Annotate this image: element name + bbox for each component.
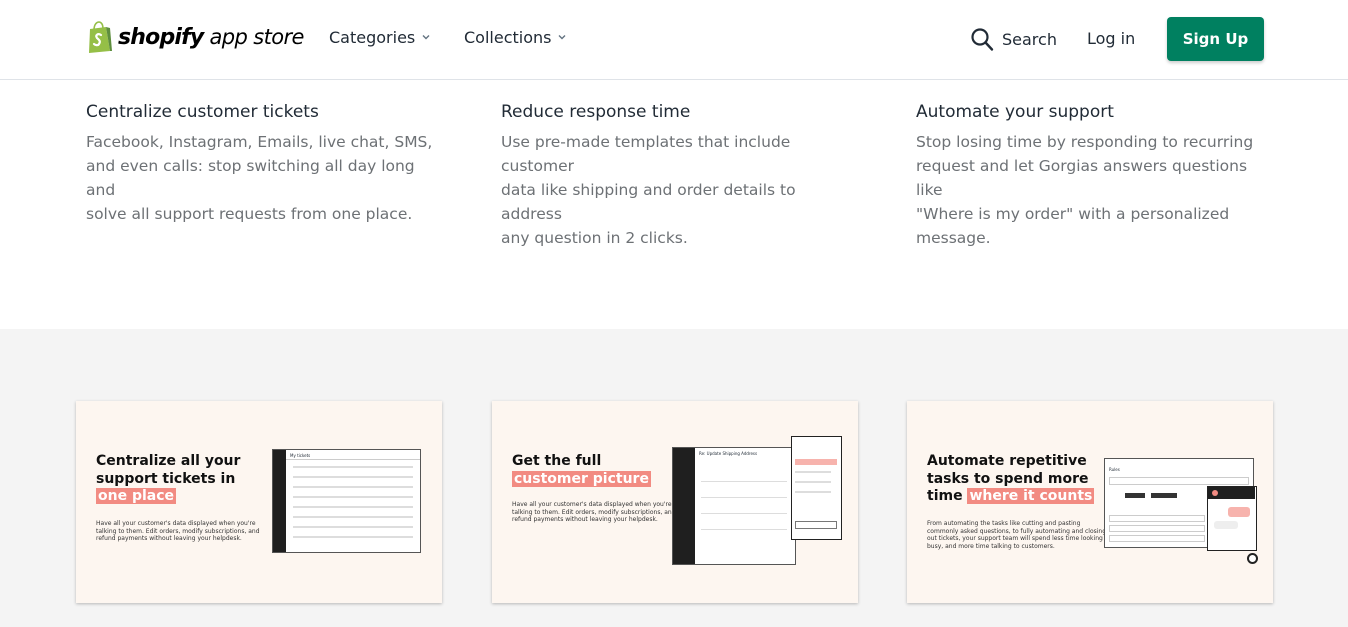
chevron-down-icon [422, 34, 430, 39]
gallery-image-2[interactable]: Get the full customer picture Have all y… [492, 401, 858, 603]
feature-centralize: Centralize customer tickets Facebook, In… [86, 101, 446, 226]
feature-description: Use pre-made templates that include cust… [501, 133, 796, 247]
card-title-highlight: where it counts [967, 488, 1095, 504]
logo-wordmark: shopify [118, 24, 204, 50]
feature-title: Centralize customer tickets [86, 102, 319, 122]
login-link[interactable]: Log in [1087, 29, 1135, 48]
nav-collections-label: Collections [464, 28, 552, 47]
helpdesk-mockup: My tickets [272, 449, 421, 553]
search-icon [971, 28, 994, 51]
chat-widget-mockup [1207, 486, 1257, 551]
feature-title: Automate your support [916, 102, 1114, 122]
card-description: Have all your customer's data displayed … [512, 501, 676, 523]
feature-response-time: Reduce response time Use pre-made templa… [501, 101, 861, 250]
nav-categories-dropdown[interactable]: Categories [329, 28, 431, 47]
feature-title: Reduce response time [501, 102, 691, 122]
top-nav-bar: shopify app store Categories Collections… [0, 0, 1348, 80]
card-title-highlight: customer picture [512, 470, 651, 487]
card-title: Centralize all your support tickets in o… [96, 453, 241, 504]
card-title-highlight: one place [96, 488, 177, 504]
signup-button[interactable]: Sign Up [1167, 17, 1264, 61]
feature-description: Facebook, Instagram, Emails, live chat, … [86, 133, 433, 223]
gallery-image-3[interactable]: Automate repetitive tasks to spend more … [907, 401, 1273, 603]
chevron-down-icon [558, 34, 566, 39]
card-description: Have all your customer's data displayed … [96, 520, 260, 542]
feature-automate: Automate your support Stop losing time b… [916, 101, 1276, 250]
shopify-bag-icon [89, 20, 112, 53]
card-description: From automating the tasks like cutting a… [927, 520, 1107, 550]
feature-description: Stop losing time by responding to recurr… [916, 133, 1254, 247]
mockup-header: My tickets [286, 450, 420, 460]
gallery-image-1[interactable]: Centralize all your support tickets in o… [76, 401, 442, 603]
chat-launcher-icon [1247, 553, 1258, 564]
nav-categories-label: Categories [329, 28, 416, 47]
card-title: Get the full customer picture [512, 453, 651, 487]
shopify-app-store-logo[interactable]: shopify app store [86, 20, 304, 54]
search-label: Search [1002, 30, 1057, 49]
search-button[interactable]: Search [970, 27, 1057, 52]
mockup-header: Re: Update Shipping Address [699, 451, 758, 456]
nav-collections-dropdown[interactable]: Collections [464, 28, 567, 47]
customer-sidebar-mockup [791, 436, 842, 540]
logo-subtitle: app store [209, 25, 304, 49]
card-title: Automate repetitive tasks to spend more … [927, 453, 1095, 504]
mockup-header: Rules [1109, 467, 1120, 472]
helpdesk-mockup: Re: Update Shipping Address [672, 447, 796, 565]
screenshot-gallery: Centralize all your support tickets in o… [0, 329, 1348, 627]
